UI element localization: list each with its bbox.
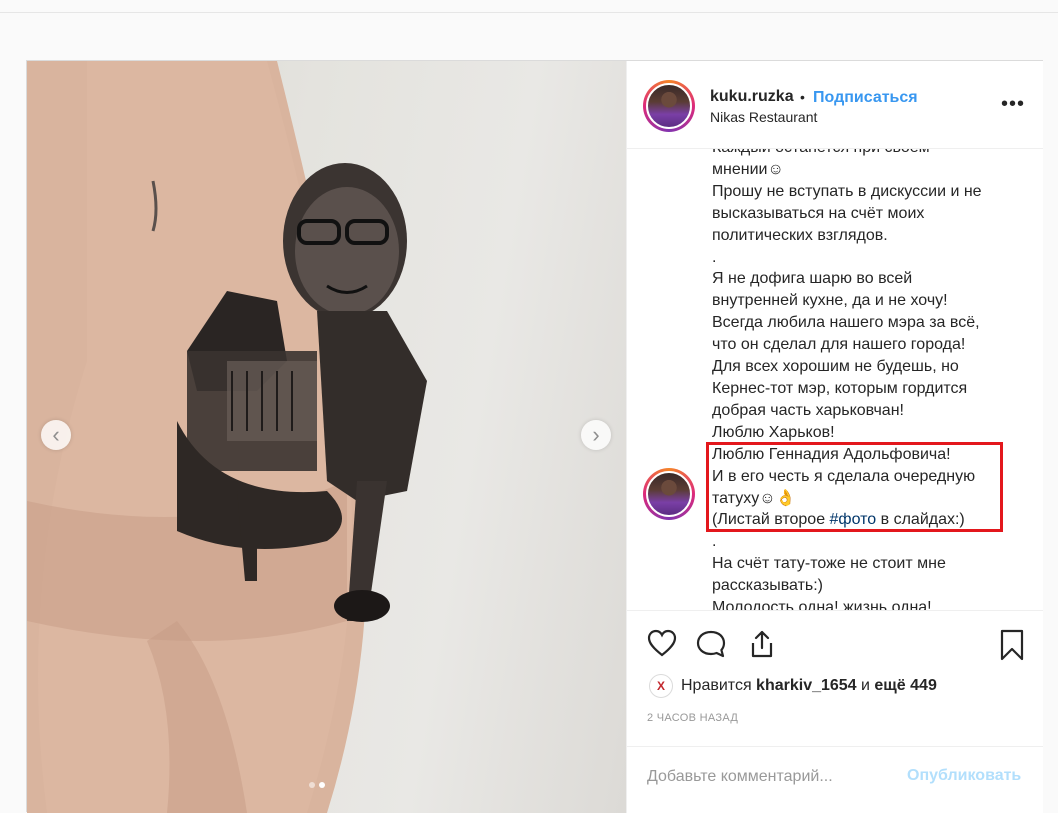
avatar-photo — [646, 83, 692, 129]
caption-line: . — [712, 248, 717, 266]
avatar-photo — [646, 471, 692, 517]
next-slide-button[interactable]: › — [581, 420, 611, 450]
caption-line-end: в слайдах:) — [876, 511, 965, 529]
carousel-dot — [309, 782, 315, 788]
caption-line: рассказывать:) — [712, 577, 824, 595]
more-options-icon[interactable]: ••• — [1001, 93, 1025, 116]
bookmark-icon[interactable] — [999, 629, 1025, 661]
caption-line: высказываться на счёт моих — [712, 204, 925, 222]
separator-dot: • — [800, 89, 805, 105]
caption-line-start: (Листай второе — [712, 511, 830, 529]
post-sidebar: kuku.ruzka • Подписаться Nikas Restauran… — [626, 61, 1043, 813]
caption-author-avatar[interactable] — [643, 468, 695, 520]
caption-line: Каждый останется при своём — [712, 149, 1032, 159]
post-header: kuku.ruzka • Подписаться Nikas Restauran… — [627, 61, 1043, 149]
prev-slide-button[interactable]: ‹ — [41, 420, 71, 450]
heart-icon[interactable] — [647, 629, 677, 657]
caption-line-with-hashtag: (Листай второе #фото в слайдах:) — [712, 509, 1032, 531]
comment-form: Опубликовать — [627, 746, 1043, 813]
post-photo[interactable]: ‹ › — [27, 61, 626, 813]
caption-line: мнении☺ — [712, 160, 784, 178]
share-icon[interactable] — [747, 629, 777, 659]
carousel-dots — [309, 782, 325, 788]
author-avatar[interactable] — [643, 80, 695, 132]
caption-line: что он сделал для нашего города! — [712, 336, 966, 354]
action-bar — [627, 613, 1043, 673]
follow-button[interactable]: Подписаться — [813, 89, 918, 107]
hashtag-link[interactable]: #фото — [830, 511, 877, 528]
top-bar — [0, 0, 1058, 13]
chevron-left-icon: ‹ — [52, 422, 60, 447]
caption-line: Молодость одна! жизнь одна! — [712, 599, 932, 611]
tattoo-photo — [27, 61, 427, 813]
caption-line: Всегда любила нашего мэра за всё, — [712, 314, 980, 332]
publish-button[interactable]: Опубликовать — [907, 767, 1021, 785]
author-username[interactable]: kuku.ruzka — [710, 88, 794, 106]
caption-line: Люблю Харьков! — [712, 423, 835, 441]
liker-avatar[interactable]: Х — [649, 674, 673, 698]
caption-line: Прошу не вступать в дискуссии и не — [712, 182, 982, 200]
caption-line: Люблю Геннадия Адольфовича! — [712, 445, 951, 463]
caption-line: добрая часть харьковчан! — [712, 401, 904, 419]
likes-conjunction: и — [856, 677, 875, 694]
comment-icon[interactable] — [695, 629, 727, 659]
caption-scroll-area[interactable]: Каждый останется при своём мнении☺ Прошу… — [627, 149, 1043, 611]
liker-username[interactable]: kharkiv_1654 — [756, 677, 857, 694]
chevron-right-icon: › — [592, 422, 600, 447]
location-link[interactable]: Nikas Restaurant — [710, 109, 817, 125]
caption-line: Кернес-тот мэр, которым гордится — [712, 379, 968, 397]
caption-line: И в его честь я сделала очередную — [712, 467, 976, 485]
caption-line: Для всех хорошим не будешь, но — [712, 358, 959, 376]
caption-line: политических взглядов. — [712, 226, 888, 244]
caption-line: татуху☺👌 — [712, 489, 796, 507]
caption-line: На счёт тату-тоже не стоит мне — [712, 555, 946, 573]
carousel-dot-active — [319, 782, 325, 788]
caption-line: . — [712, 533, 717, 551]
caption-line: внутренней кухне, да и не хочу! — [712, 292, 948, 310]
likes-summary: Нравится kharkiv_1654 и ещё 449 — [681, 677, 937, 695]
likes-row: Х Нравится kharkiv_1654 и ещё 449 — [649, 673, 937, 699]
likes-prefix: Нравится — [681, 677, 757, 694]
caption-line: Я не дофига шарю во всей — [712, 270, 913, 288]
post-modal: ‹ › kuku.ruzka • Подписаться Nikas Resta… — [26, 60, 1043, 813]
likes-count-link[interactable]: ещё 449 — [874, 677, 936, 694]
caption-text: Каждый останется при своём мнении☺ Прошу… — [712, 149, 1032, 611]
post-timestamp[interactable]: 2 ЧАСОВ НАЗАД — [647, 712, 738, 724]
comment-input[interactable] — [647, 765, 897, 789]
